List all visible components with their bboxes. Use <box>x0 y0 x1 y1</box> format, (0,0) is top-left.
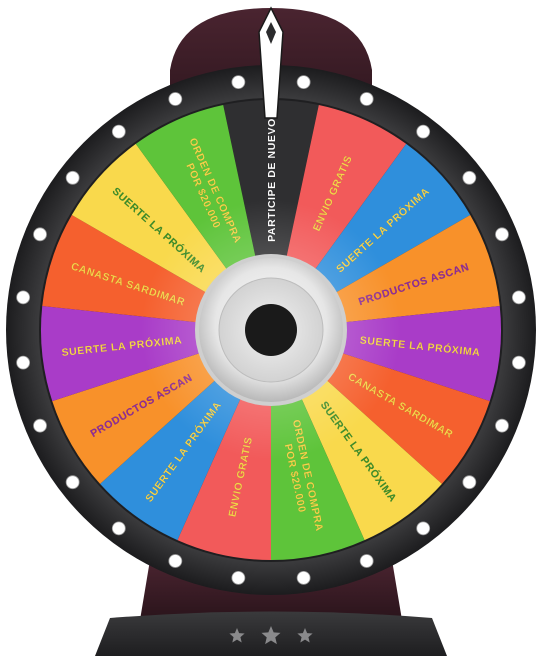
rim-peg <box>33 227 47 242</box>
wheel-of-fortune: PARTICIPE DE NUEVO ENVIO GRATIS SUERTE LA … <box>0 0 543 656</box>
rim-peg <box>416 521 431 536</box>
rim-peg <box>16 290 31 305</box>
rim-peg <box>359 554 374 568</box>
rim-peg <box>65 475 80 490</box>
rim-peg <box>168 554 183 568</box>
rim-peg <box>231 75 246 90</box>
rim-peg <box>296 570 311 585</box>
rim-peg <box>168 92 183 106</box>
rim-peg <box>33 418 47 433</box>
rim-peg <box>231 570 246 585</box>
rim-peg <box>511 355 526 370</box>
rim-peg <box>111 124 126 139</box>
rim-peg <box>462 475 477 490</box>
rim-peg <box>416 124 431 139</box>
rim-peg <box>462 170 477 185</box>
rim-peg <box>359 92 374 106</box>
rim-peg <box>495 227 509 242</box>
rim-peg <box>16 355 31 370</box>
wheel-graphic: PARTICIPE DE NUEVO ENVIO GRATISSUERTE LA … <box>6 6 536 656</box>
rim-peg <box>111 521 126 536</box>
rim-peg <box>511 290 526 305</box>
rim-peg <box>65 170 80 185</box>
rim-peg <box>495 418 509 433</box>
rim-peg <box>296 75 311 90</box>
spin-button[interactable] <box>245 304 297 356</box>
